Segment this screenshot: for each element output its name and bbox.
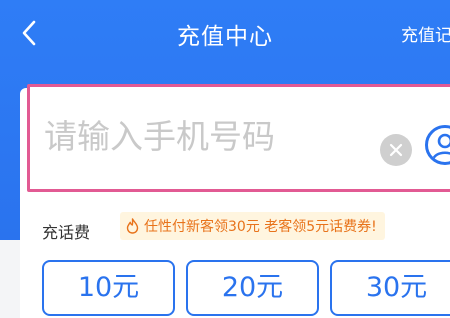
amount-option-30[interactable]: 30元 — [330, 260, 450, 316]
flame-icon — [126, 218, 139, 234]
section-label-phone-bill: 充话费 — [42, 223, 91, 242]
promo-banner[interactable]: 任性付新客领30元 老客领5元话费券! — [120, 212, 385, 240]
contact-picker-button[interactable] — [425, 125, 450, 165]
phone-number-input[interactable] — [44, 109, 374, 163]
contact-person-icon — [431, 133, 450, 162]
page-title: 充值中心 — [177, 24, 273, 50]
phone-input-box — [27, 84, 450, 192]
clear-icon — [389, 143, 403, 157]
promo-text: 任性付新客领30元 老客领5元话费券! — [144, 219, 377, 235]
clear-input-button[interactable] — [380, 134, 412, 166]
recharge-history-link[interactable]: 充值记录 — [401, 21, 450, 46]
amount-option-20[interactable]: 20元 — [186, 260, 319, 316]
amount-option-10[interactable]: 10元 — [42, 260, 175, 316]
